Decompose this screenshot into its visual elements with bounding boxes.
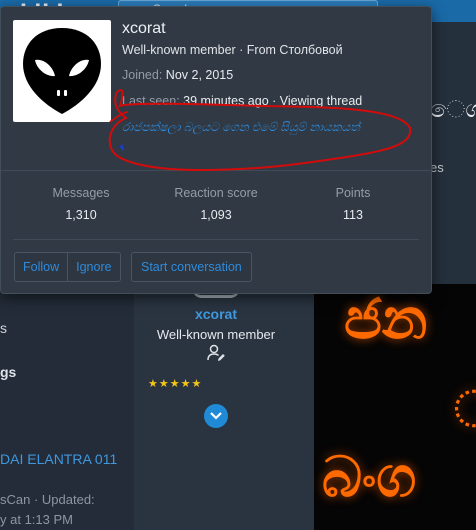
member-joined: Joined: Nov 2, 2015 [122, 68, 233, 82]
chevron-down-icon [210, 412, 222, 420]
stat-points: Points 113 [313, 186, 393, 222]
last-seen-label: Last seen: [122, 94, 180, 108]
thread-meta-fragment: es [430, 160, 444, 175]
similar-thread-meta-line: y at 1:13 PM [0, 512, 73, 527]
post-user-title: Well-known member [156, 327, 276, 342]
member-avatar[interactable] [13, 20, 111, 122]
thread-title-fragment: ෙග [430, 96, 476, 123]
member-user-title: Well-known member · From Столбовой [122, 43, 343, 57]
post-username[interactable]: xcorat [134, 306, 298, 322]
member-signature[interactable]: රාජපක්ෂලා බලයට ගෙන එමේ සියුම් නායකයත් [122, 117, 412, 137]
similar-thread-meta: sCan · Updated: y at 1:13 PM [0, 490, 130, 530]
stat-value: 113 [343, 208, 363, 222]
stat-reaction-score: Reaction score 1,093 [161, 186, 271, 222]
stat-label: Messages [52, 186, 110, 200]
image-text: ජන [344, 287, 428, 350]
follow-ignore-group: Follow Ignore [14, 252, 121, 282]
stat-label: Reaction score [174, 186, 258, 200]
stat-value: 1,093 [200, 208, 232, 222]
similar-thread-title[interactable]: DAI ELANTRA 011 [0, 448, 130, 470]
sidebar-text-fragment: s [0, 320, 7, 336]
post-image: ජන ් බංග [314, 284, 476, 530]
image-text: ් [454, 381, 476, 437]
last-seen-value: 39 minutes ago · Viewing thread [183, 94, 363, 108]
similar-thread-meta-line: sCan · Updated: [0, 492, 95, 507]
user-edit-icon [207, 344, 225, 361]
start-conversation-button[interactable]: Start conversation [131, 252, 252, 282]
divider [1, 170, 431, 171]
image-text: බංග [322, 445, 417, 508]
member-last-seen: Last seen: 39 minutes ago · Viewing thre… [122, 94, 362, 108]
expand-button[interactable] [204, 404, 228, 428]
ignore-button[interactable]: Ignore [67, 253, 119, 281]
member-tooltip: xcorat Well-known member · From Столбово… [0, 6, 432, 294]
divider [13, 239, 419, 240]
follow-button[interactable]: Follow [15, 253, 67, 281]
joined-label: Joined: [122, 68, 163, 82]
alien-head-icon [23, 28, 101, 114]
stat-messages: Messages 1,310 [41, 186, 121, 222]
rating-stars: ★★★★★ [148, 378, 203, 390]
member-username[interactable]: xcorat [122, 20, 166, 38]
joined-value: Nov 2, 2015 [165, 68, 234, 82]
stat-label: Points [335, 186, 371, 200]
sidebar-heading-fragment: gs [0, 364, 17, 380]
stat-value: 1,310 [65, 208, 97, 222]
